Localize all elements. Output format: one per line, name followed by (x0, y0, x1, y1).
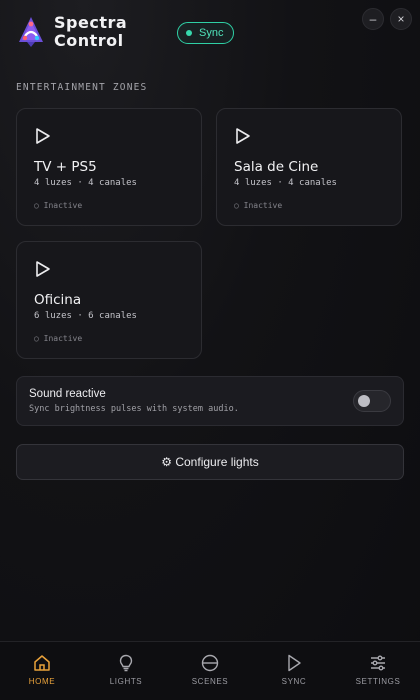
nav-lights[interactable]: LIGHTS (84, 642, 168, 700)
sound-reactive-toggle[interactable] (353, 390, 391, 412)
play-icon[interactable] (235, 127, 251, 145)
nav-label: SYNC (281, 677, 307, 686)
zone-meta: 4 luzes · 4 canales (34, 178, 137, 188)
nav-label: SETTINGS (355, 677, 401, 686)
nav-home[interactable]: HOME (0, 642, 84, 700)
configure-lights-label: ⚙ Configure lights (161, 455, 259, 469)
sound-reactive-title: Sound reactive (29, 388, 106, 400)
zone-status: ○ Inactive (234, 201, 283, 210)
play-icon[interactable] (35, 127, 51, 145)
nav-sync[interactable]: SYNC (252, 642, 336, 700)
sync-dot-icon (186, 30, 192, 36)
play-icon[interactable] (35, 260, 51, 278)
zone-name: Oficina (34, 292, 82, 308)
section-title: ENTERTAINMENT ZONES (16, 82, 148, 93)
zone-card-tv-ps5[interactable]: TV + PS5 4 luzes · 4 canales ○ Inactive (16, 108, 202, 226)
scenes-icon (201, 654, 219, 672)
zone-meta: 4 luzes · 4 canales (234, 178, 337, 188)
sound-reactive-card: Sound reactive Sync brightness pulses wi… (16, 376, 404, 426)
nav-label: LIGHTS (109, 677, 143, 686)
home-icon (34, 655, 50, 671)
sync-status-badge[interactable]: Sync (177, 22, 235, 44)
app-header: Spectra Control Sync – × (0, 0, 420, 70)
bottom-nav: HOME LIGHTS SCENES SYNC SETTINGS (0, 641, 420, 700)
sync-badge-label: Sync (199, 27, 224, 39)
zone-name: TV + PS5 (34, 159, 97, 175)
zone-status: ○ Inactive (34, 201, 83, 210)
sound-reactive-description: Sync brightness pulses with system audio… (29, 404, 239, 414)
zone-card-oficina[interactable]: Oficina 6 luzes · 6 canales ○ Inactive (16, 241, 202, 359)
spectra-logo-icon (19, 17, 43, 47)
app-title: Spectra Control (54, 13, 128, 50)
nav-label: HOME (28, 677, 56, 686)
configure-lights-button[interactable]: ⚙ Configure lights (16, 444, 404, 480)
nav-label: SCENES (191, 677, 229, 686)
sliders-icon (371, 655, 385, 671)
minimize-button[interactable]: – (362, 8, 384, 30)
bulb-icon (119, 654, 133, 672)
close-button[interactable]: × (390, 8, 412, 30)
toggle-knob (358, 395, 370, 407)
zone-card-sala-de-cine[interactable]: Sala de Cine 4 luzes · 4 canales ○ Inact… (216, 108, 402, 226)
zone-meta: 6 luzes · 6 canales (34, 311, 137, 321)
zone-name: Sala de Cine (234, 159, 319, 175)
play-icon (288, 654, 301, 672)
nav-scenes[interactable]: SCENES (168, 642, 252, 700)
zone-status: ○ Inactive (34, 334, 83, 343)
nav-settings[interactable]: SETTINGS (336, 642, 420, 700)
